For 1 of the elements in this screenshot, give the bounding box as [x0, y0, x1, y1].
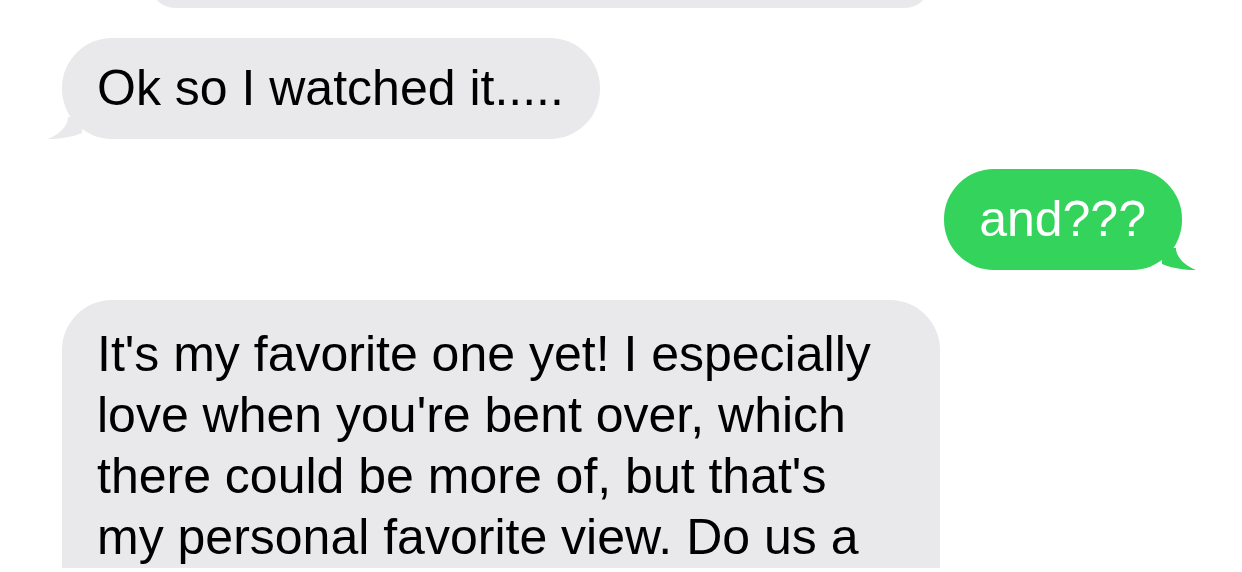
- message-bubble: It's my favorite one yet! I especially love when you're bent over, which there could be more of, but that's my personal favorite view. Do us a: [62, 300, 940, 568]
